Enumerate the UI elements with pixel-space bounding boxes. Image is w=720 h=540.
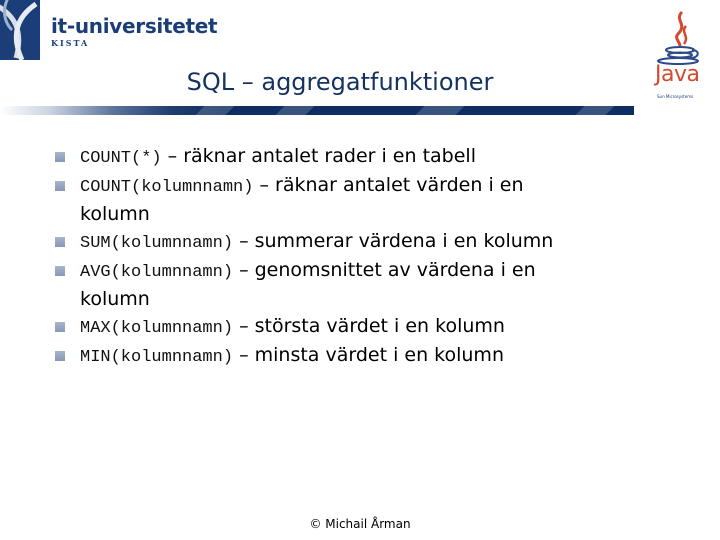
function-description-continued: kolumn bbox=[80, 288, 150, 310]
function-description: – räknar antalet rader i en tabell bbox=[161, 145, 476, 167]
function-name: COUNT(*) bbox=[80, 149, 162, 168]
org-location: KISTA bbox=[51, 38, 90, 48]
bullet-square-icon bbox=[55, 237, 65, 247]
function-name: COUNT(kolumnnamn) bbox=[80, 178, 254, 197]
function-description: – största värdet i en kolumn bbox=[233, 315, 505, 337]
function-name: MAX(kolumnnamn) bbox=[80, 319, 234, 338]
bullet-square-icon bbox=[55, 152, 65, 162]
list-item: SUM(kolumnnamn) – summerar värdena i en … bbox=[55, 228, 655, 257]
list-item: MAX(kolumnnamn) – största värdet i en ko… bbox=[55, 313, 655, 342]
function-name: AVG(kolumnnamn) bbox=[80, 263, 234, 282]
bullet-list: COUNT(*) – räknar antalet rader i en tab… bbox=[55, 143, 655, 371]
slide-title: SQL – aggregatfunktioner bbox=[186, 68, 494, 96]
list-item: COUNT(kolumnnamn) – räknar antalet värde… bbox=[55, 172, 655, 228]
org-name: it-universitetet bbox=[51, 14, 218, 38]
title-divider-bar bbox=[0, 106, 634, 115]
bullet-square-icon bbox=[55, 351, 65, 361]
function-description: – genomsnittet av värdena i en bbox=[233, 259, 536, 281]
function-description: – minsta värdet i en kolumn bbox=[233, 344, 504, 366]
function-description: – summerar värdena i en kolumn bbox=[233, 230, 554, 252]
list-item: COUNT(*) – räknar antalet rader i en tab… bbox=[55, 143, 655, 172]
function-name: SUM(kolumnnamn) bbox=[80, 234, 234, 253]
function-description: – räknar antalet värden i en bbox=[253, 174, 524, 196]
list-item: AVG(kolumnnamn) – genomsnittet av värden… bbox=[55, 257, 655, 313]
function-name: MIN(kolumnnamn) bbox=[80, 348, 234, 367]
copyright-footer: © Michail Årman bbox=[309, 517, 411, 531]
itu-logo-mark bbox=[0, 0, 40, 60]
list-item: MIN(kolumnnamn) – minsta värdet i en kol… bbox=[55, 342, 655, 371]
bullet-square-icon bbox=[55, 181, 65, 191]
bullet-square-icon bbox=[55, 266, 65, 276]
bullet-square-icon bbox=[55, 322, 65, 332]
function-description-continued: kolumn bbox=[80, 203, 150, 225]
